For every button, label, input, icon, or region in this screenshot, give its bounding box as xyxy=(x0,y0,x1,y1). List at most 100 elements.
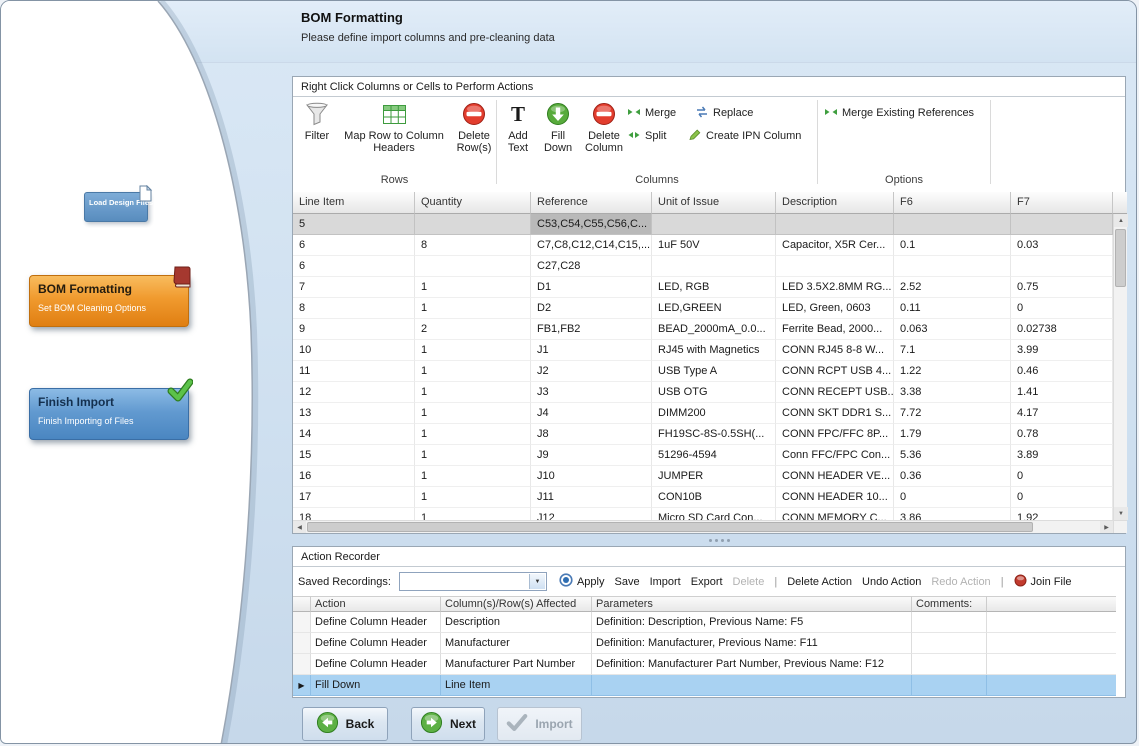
grid-cell[interactable]: 0.063 xyxy=(894,319,1011,340)
wizard-step-bom-formatting[interactable]: BOM Formatting Set BOM Cleaning Options xyxy=(29,275,189,327)
recorder-cell[interactable] xyxy=(912,654,987,675)
grid-row[interactable]: 121J3USB OTGCONN RECEPT USB...3.381.41 xyxy=(293,382,1113,403)
grid-cell[interactable]: 3.86 xyxy=(894,508,1011,520)
grid-cell[interactable]: DIMM200 xyxy=(652,403,776,424)
recorder-cell[interactable]: Fill Down xyxy=(311,675,441,696)
grid-cell[interactable]: CONN RJ45 8-8 W... xyxy=(776,340,894,361)
grid-cell[interactable]: 15 xyxy=(293,445,415,466)
grid-column-header[interactable]: Line Item xyxy=(293,192,415,214)
recorder-cell[interactable] xyxy=(987,633,1116,654)
grid-cell[interactable] xyxy=(894,214,1011,235)
grid-cell[interactable]: 8 xyxy=(415,235,531,256)
recorder-cell[interactable] xyxy=(987,675,1116,696)
recorder-column-header[interactable]: Action xyxy=(311,596,441,612)
import-recording-button[interactable]: Import xyxy=(650,576,681,588)
grid-cell[interactable]: 1.79 xyxy=(894,424,1011,445)
merge-existing-references-button[interactable]: Merge Existing References xyxy=(824,104,974,122)
grid-cell[interactable]: 17 xyxy=(293,487,415,508)
grid-cell[interactable]: D2 xyxy=(531,298,652,319)
vertical-scrollbar-thumb[interactable] xyxy=(1115,229,1126,287)
next-button[interactable]: Next xyxy=(411,707,485,741)
grid-cell[interactable]: 6 xyxy=(293,256,415,277)
grid-cell[interactable]: 2 xyxy=(415,319,531,340)
grid-row[interactable]: 6C27,C28 xyxy=(293,256,1113,277)
grid-cell[interactable]: 0.46 xyxy=(1011,361,1113,382)
split-button[interactable]: Split xyxy=(627,127,666,145)
recorder-cell[interactable]: Define Column Header xyxy=(311,654,441,675)
chevron-down-icon[interactable]: ▼ xyxy=(529,574,545,589)
grid-row[interactable]: 131J4DIMM200CONN SKT DDR1 S...7.724.17 xyxy=(293,403,1113,424)
grid-cell[interactable] xyxy=(894,256,1011,277)
grid-cell[interactable]: 18 xyxy=(293,508,415,520)
grid-column-header[interactable]: F7 xyxy=(1011,192,1113,214)
grid-cell[interactable]: 0.36 xyxy=(894,466,1011,487)
grid-cell[interactable]: 1 xyxy=(415,361,531,382)
grid-cell[interactable]: 10 xyxy=(293,340,415,361)
grid-cell[interactable]: CONN MEMORY C... xyxy=(776,508,894,520)
grid-cell[interactable]: CONN FPC/FFC 8P... xyxy=(776,424,894,445)
grid-cell[interactable] xyxy=(415,214,531,235)
recorder-cell[interactable]: Manufacturer Part Number xyxy=(441,654,592,675)
recorder-cell[interactable]: Definition: Manufacturer Part Number, Pr… xyxy=(592,654,912,675)
grid-cell[interactable]: J10 xyxy=(531,466,652,487)
horizontal-scrollbar-thumb[interactable] xyxy=(307,522,1033,532)
grid-column-header[interactable]: Description xyxy=(776,192,894,214)
grid-cell[interactable]: LED, Green, 0603 xyxy=(776,298,894,319)
grid-cell[interactable]: 5 xyxy=(293,214,415,235)
recorder-cell[interactable]: Definition: Description, Previous Name: … xyxy=(592,612,912,633)
grid-cell[interactable]: 1.22 xyxy=(894,361,1011,382)
grid-row[interactable]: 111J2USB Type ACONN RCPT USB 4...1.220.4… xyxy=(293,361,1113,382)
vertical-scrollbar[interactable]: ▲ ▼ xyxy=(1113,214,1127,520)
back-button[interactable]: Back xyxy=(302,707,388,741)
save-recording-button[interactable]: Save xyxy=(614,576,639,588)
grid-cell[interactable]: CON10B xyxy=(652,487,776,508)
grid-cell[interactable]: USB OTG xyxy=(652,382,776,403)
grid-cell[interactable]: 13 xyxy=(293,403,415,424)
grid-cell[interactable]: JUMPER xyxy=(652,466,776,487)
grid-cell[interactable]: 0.02738 xyxy=(1011,319,1113,340)
row-indicator[interactable]: ▶ xyxy=(293,675,311,696)
grid-cell[interactable]: 0.11 xyxy=(894,298,1011,319)
grid-cell[interactable]: J2 xyxy=(531,361,652,382)
grid-cell[interactable]: Micro SD Card Con... xyxy=(652,508,776,520)
grid-cell[interactable]: 1 xyxy=(415,508,531,520)
grid-column-header[interactable]: Unit of Issue xyxy=(652,192,776,214)
grid-row[interactable]: 141J8FH19SC-8S-0.5SH(...CONN FPC/FFC 8P.… xyxy=(293,424,1113,445)
grid-cell[interactable]: 4.17 xyxy=(1011,403,1113,424)
grid-cell[interactable]: C53,C54,C55,C56,C... xyxy=(531,214,652,235)
grid-cell[interactable]: 14 xyxy=(293,424,415,445)
undo-action-button[interactable]: Undo Action xyxy=(862,576,921,588)
grid-cell[interactable]: 7.1 xyxy=(894,340,1011,361)
recorder-cell[interactable]: Line Item xyxy=(441,675,592,696)
grid-cell[interactable]: 3.38 xyxy=(894,382,1011,403)
grid-cell[interactable]: FB1,FB2 xyxy=(531,319,652,340)
grid-cell[interactable]: LED, RGB xyxy=(652,277,776,298)
grid-cell[interactable] xyxy=(1011,256,1113,277)
grid-cell[interactable]: 1 xyxy=(415,445,531,466)
grid-cell[interactable]: CONN HEADER 10... xyxy=(776,487,894,508)
grid-cell[interactable]: 0.1 xyxy=(894,235,1011,256)
grid-row[interactable]: 101J1RJ45 with MagneticsCONN RJ45 8-8 W.… xyxy=(293,340,1113,361)
filter-button[interactable]: Filter xyxy=(298,101,336,142)
recorder-cell[interactable] xyxy=(987,612,1116,633)
grid-cell[interactable]: Ferrite Bead, 2000... xyxy=(776,319,894,340)
grid-column-header[interactable]: F6 xyxy=(894,192,1011,214)
grid-cell[interactable]: 0 xyxy=(1011,487,1113,508)
recorder-row[interactable]: ▶Fill DownLine Item xyxy=(293,675,1116,696)
grid-cell[interactable]: J1 xyxy=(531,340,652,361)
recorder-cell[interactable]: Define Column Header xyxy=(311,612,441,633)
grid-cell[interactable]: 51296-4594 xyxy=(652,445,776,466)
recorder-column-header[interactable]: Parameters xyxy=(592,596,912,612)
delete-rows-button[interactable]: Delete Row(s) xyxy=(451,101,497,154)
grid-cell[interactable]: 0 xyxy=(1011,466,1113,487)
grid-cell[interactable] xyxy=(652,256,776,277)
grid-row[interactable]: 171J11CON10BCONN HEADER 10...00 xyxy=(293,487,1113,508)
grid-cell[interactable]: 1 xyxy=(415,298,531,319)
recorder-cell[interactable] xyxy=(912,675,987,696)
grid-row[interactable]: 5 C53,C54,C55,C56,C... xyxy=(293,214,1113,235)
recorder-cell[interactable] xyxy=(592,675,912,696)
recorder-cell[interactable] xyxy=(987,654,1116,675)
row-indicator[interactable] xyxy=(293,612,311,633)
grid-cell[interactable]: J3 xyxy=(531,382,652,403)
recorder-cell[interactable] xyxy=(912,612,987,633)
